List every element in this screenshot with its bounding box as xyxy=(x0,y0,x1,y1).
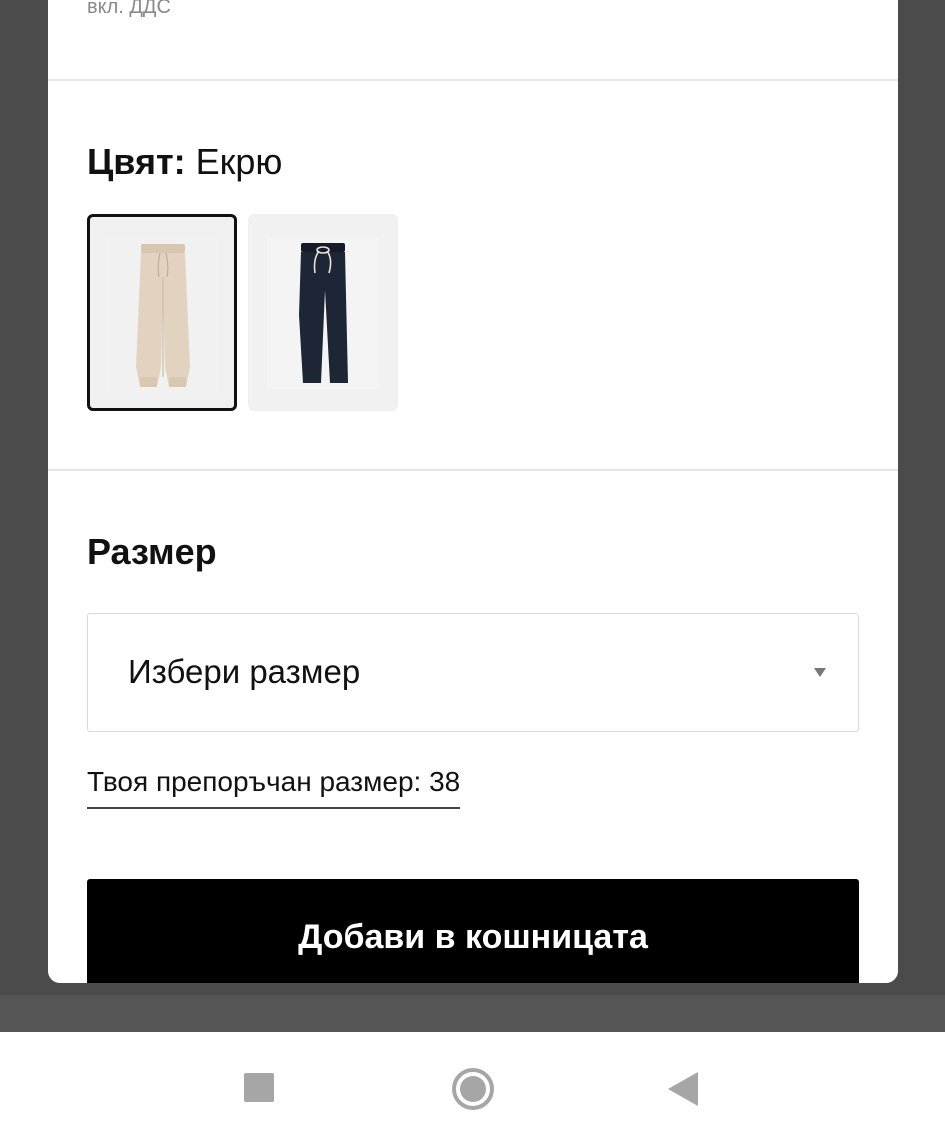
color-heading: Цвят: Екрю xyxy=(87,140,282,184)
divider xyxy=(48,469,898,471)
recommended-size-link[interactable]: Твоя препоръчан размер: 38 xyxy=(87,765,461,809)
price-tax-note: вкл. ДДС xyxy=(87,0,171,18)
size-heading: Размер xyxy=(87,531,217,572)
back-icon xyxy=(668,1072,698,1106)
navy-pants-image xyxy=(267,237,379,389)
back-button[interactable] xyxy=(658,1062,708,1112)
caret-down-icon xyxy=(814,668,826,677)
size-select[interactable]: Избери размер xyxy=(87,613,859,732)
recents-icon xyxy=(244,1073,274,1102)
size-select-value: Избери размер xyxy=(128,653,361,690)
recents-button[interactable] xyxy=(234,1062,284,1112)
product-options-sheet: вкл. ДДС Цвят: Екрю Размер Избери размер… xyxy=(48,0,898,983)
color-swatch-navy[interactable] xyxy=(248,214,398,411)
ecru-pants-image xyxy=(106,237,218,393)
color-swatch-ecru[interactable] xyxy=(87,214,237,411)
color-value: Екрю xyxy=(195,141,283,182)
home-icon xyxy=(452,1068,494,1110)
home-button[interactable] xyxy=(448,1062,498,1112)
color-label: Цвят: xyxy=(87,141,186,182)
divider xyxy=(48,79,898,81)
add-to-cart-button[interactable]: Добави в кошницата xyxy=(87,879,859,983)
backdrop-band xyxy=(0,995,945,1032)
